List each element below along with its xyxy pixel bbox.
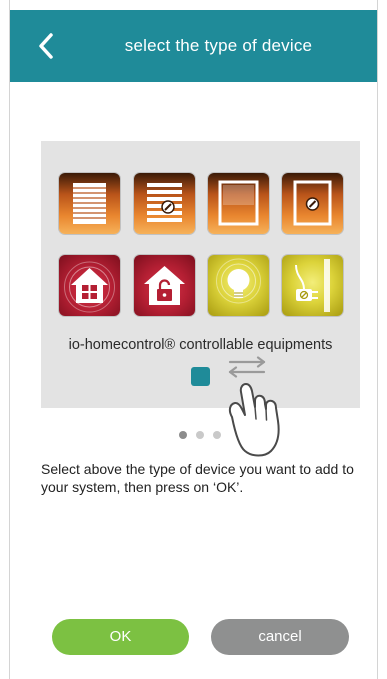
awning-icon	[218, 180, 259, 226]
device-tile-awning[interactable]	[208, 173, 269, 234]
frame-edge-left	[9, 0, 10, 679]
device-type-screen: select the type of device io-homecontrol…	[0, 0, 387, 679]
page-dot-2[interactable]	[196, 431, 204, 439]
cancel-button[interactable]: cancel	[211, 619, 349, 655]
swap-arrows-icon	[228, 356, 266, 378]
header-bar: select the type of device	[10, 10, 377, 82]
device-tile-garage-door[interactable]	[134, 255, 195, 316]
page-dot-3[interactable]	[213, 431, 221, 439]
back-button[interactable]	[32, 30, 62, 62]
house-alarm-icon	[64, 261, 115, 313]
carousel-indicator-square[interactable]	[191, 367, 210, 386]
frame-edge-right	[377, 0, 378, 679]
page-indicator	[176, 431, 226, 441]
venetian-blind-icon	[147, 183, 182, 222]
roller-shutter-icon	[73, 183, 106, 224]
page-dot-1[interactable]	[179, 431, 187, 439]
page-title: select the type of device	[124, 36, 313, 55]
device-category-label: io-homecontrol® controllable equipments	[68, 337, 333, 353]
device-tile-house-alarm[interactable]	[59, 255, 120, 316]
device-tile-roller-shutter[interactable]	[59, 173, 120, 234]
garage-door-icon	[144, 266, 185, 305]
device-tile-venetian-blind[interactable]	[134, 173, 195, 234]
device-tile-power-plug[interactable]	[282, 255, 343, 316]
ok-button[interactable]: OK	[52, 619, 189, 655]
instruction-text: Select above the type of device you want…	[41, 461, 354, 495]
window-icon	[293, 180, 332, 226]
power-plug-icon	[295, 259, 330, 312]
hand-swipe-icon	[228, 383, 280, 457]
chevron-left-icon	[39, 33, 53, 59]
device-tile-window[interactable]	[282, 173, 343, 234]
light-bulb-icon	[216, 258, 261, 304]
device-tile-light[interactable]	[208, 255, 269, 316]
